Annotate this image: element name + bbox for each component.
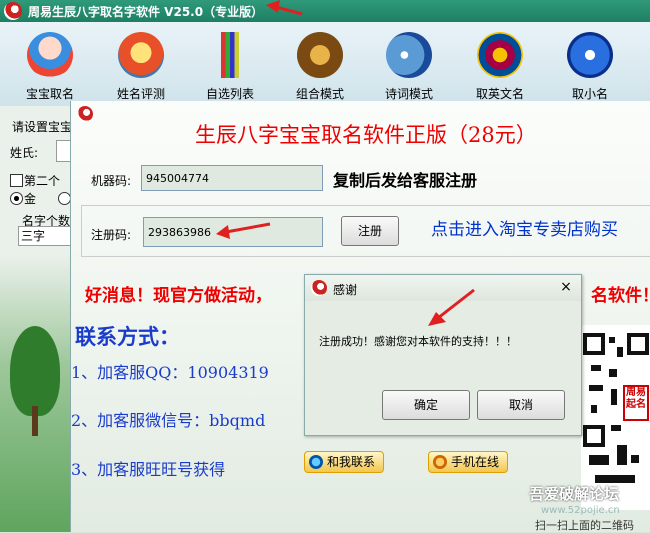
annotation-arrows [216, 0, 475, 326]
arrow-to-dialog-annotation [428, 288, 475, 326]
arrow-to-regcode-annotation [216, 222, 271, 239]
arrow-to-title-annotation [266, 0, 303, 16]
